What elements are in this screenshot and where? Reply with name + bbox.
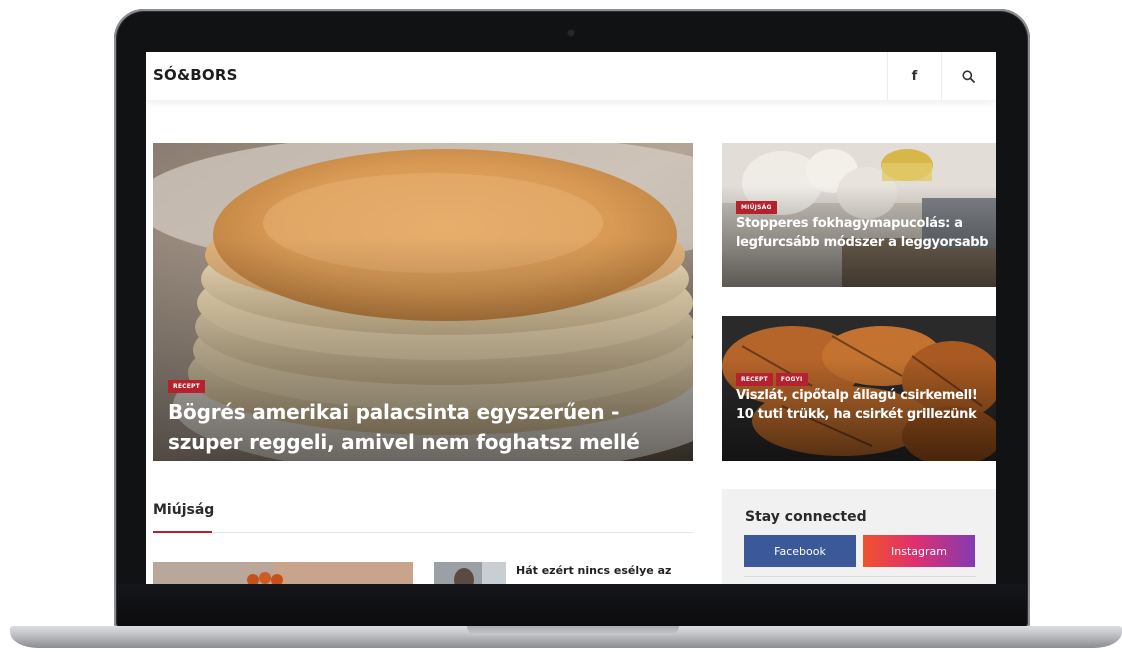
hero-title[interactable]: Bögrés amerikai palacsinta egyszerűen - … [168,397,668,457]
side-article-card-chicken[interactable]: RECEPT FOGYI Viszlát, cipőtalp állagú csi… [722,316,996,461]
stay-connected-widget: Stay connected Facebook Instagram [722,489,996,584]
hero-badges: RECEPT [168,373,208,393]
widget-divider [744,576,976,577]
category-badge[interactable]: RECEPT [736,373,773,386]
garlic-article-title[interactable]: Stopperes fokhagymapucolás: a legfurcsáb… [736,214,996,252]
browser-screen: SÓ&BORS f RECEPT Bögrés amerikai palacsi… [146,52,996,584]
garlic-badges: MIÚJSÁG [736,194,780,214]
webcam [568,30,574,36]
category-badge[interactable]: RECEPT [168,380,205,393]
widget-title: Stay connected [745,509,867,525]
search-icon [962,69,975,83]
news-item-title[interactable]: Hát ezért nincs esélye az [516,564,676,577]
news-image-small [434,562,506,584]
site-logo[interactable]: SÓ&BORS [153,66,238,84]
chicken-article-title[interactable]: Viszlát, cipőtalp állagú csirkemell! 10 … [736,386,996,424]
facebook-icon: f [911,68,918,84]
news-image-large [153,562,413,584]
facebook-button[interactable]: f [887,52,941,100]
search-button[interactable] [941,52,995,100]
category-badge[interactable]: MIÚJSÁG [736,201,777,214]
facebook-social-button[interactable]: Facebook [744,535,856,567]
laptop-base-notch [467,626,679,635]
instagram-social-button[interactable]: Instagram [863,535,975,567]
section-accent-underline [153,531,212,533]
hero-article-card[interactable]: RECEPT Bögrés amerikai palacsinta egysze… [153,143,693,461]
section-divider [153,532,693,533]
side-article-card-garlic[interactable]: MIÚJSÁG Stopperes fokhagymapucolás: a le… [722,143,996,287]
site-header: SÓ&BORS f [146,52,996,100]
news-thumbnail-small[interactable] [434,562,506,584]
chicken-badges: RECEPT FOGYI [736,366,811,386]
category-badge[interactable]: FOGYI [775,373,808,386]
laptop-bottom-bezel [118,584,1026,626]
news-thumbnail-large[interactable] [153,562,413,584]
section-heading[interactable]: Miújság [153,502,214,518]
